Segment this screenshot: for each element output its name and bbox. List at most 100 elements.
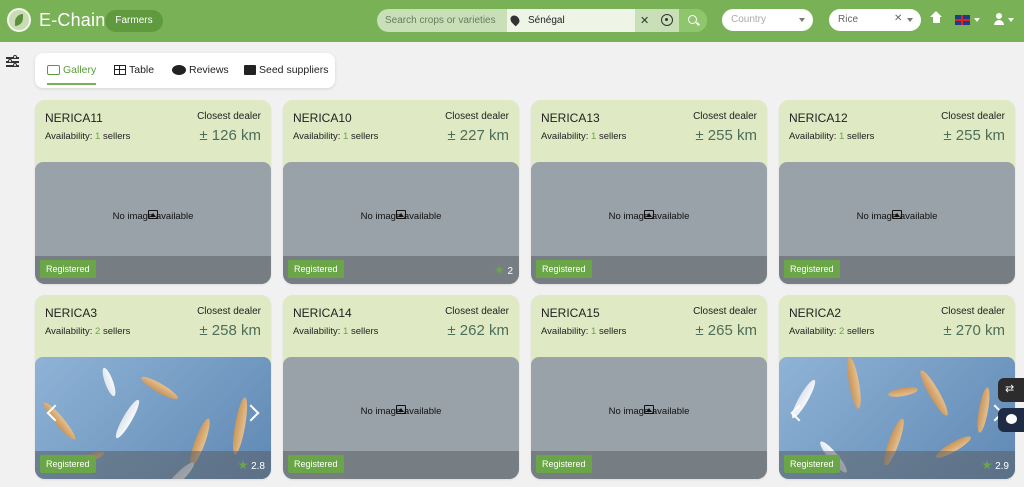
star-icon (494, 265, 505, 275)
variety-card[interactable]: NERICA3 Availability: 2 sellers Closest … (35, 295, 271, 479)
closest-dealer-label: Closest dealer (445, 111, 509, 122)
chevron-down-icon[interactable] (1008, 18, 1014, 22)
no-image-text: No image available (856, 211, 938, 222)
dealer-distance: ± 258 km (199, 322, 261, 339)
variety-media[interactable]: No image available Registered (779, 162, 1015, 284)
availability: Availability: 2 sellers (789, 326, 875, 337)
availability: Availability: 2 sellers (45, 326, 131, 337)
language-flag-icon[interactable] (955, 15, 970, 25)
variety-card[interactable]: NERICA10 Availability: 1 sellers Closest… (283, 100, 519, 284)
variety-media[interactable]: No image available Registered (531, 162, 767, 284)
reviews-icon (172, 65, 186, 75)
home-icon[interactable] (930, 11, 942, 25)
registered-badge: Registered (536, 455, 592, 473)
country-placeholder: Country (731, 14, 767, 25)
crop-value: Rice (838, 14, 859, 25)
no-image-text: No image available (360, 406, 442, 417)
chatbot-button[interactable] (998, 408, 1024, 432)
variety-name: NERICA3 (45, 306, 98, 320)
country-select[interactable]: Country (722, 9, 813, 31)
tab-table[interactable]: Table (114, 64, 154, 82)
no-image-text: No image available (360, 211, 442, 222)
variety-media[interactable]: Registered 2.9 (779, 357, 1015, 479)
registered-badge: Registered (784, 455, 840, 473)
dealer-distance: ± 227 km (447, 127, 509, 144)
view-tabs: Gallery Table Reviews Seed suppliers (35, 53, 335, 88)
dealer-distance: ± 262 km (447, 322, 509, 339)
variety-name: NERICA10 (293, 111, 352, 125)
crop-select[interactable]: Rice ✕ (829, 9, 921, 31)
chevron-down-icon[interactable] (974, 18, 980, 22)
variety-media[interactable]: Registered 2.8 (35, 357, 271, 479)
availability: Availability: 1 sellers (293, 131, 379, 142)
variety-card[interactable]: NERICA12 Availability: 1 sellers Closest… (779, 100, 1015, 284)
variety-name: NERICA13 (541, 111, 600, 125)
chevron-down-icon (799, 18, 805, 22)
closest-dealer-label: Closest dealer (941, 111, 1005, 122)
tab-reviews[interactable]: Reviews (172, 64, 229, 82)
user-icon[interactable] (994, 13, 1004, 25)
variety-media[interactable]: No image available Registered 2 (283, 162, 519, 284)
location-field[interactable]: Sénégal (507, 9, 635, 32)
rating: 2.8 (238, 460, 265, 472)
closest-dealer-label: Closest dealer (693, 306, 757, 317)
variety-card[interactable]: NERICA2 Availability: 2 sellers Closest … (779, 295, 1015, 479)
search-button[interactable] (679, 9, 707, 32)
availability: Availability: 1 sellers (293, 326, 379, 337)
clear-location-icon[interactable]: ✕ (640, 14, 649, 27)
variety-name: NERICA11 (45, 111, 103, 125)
clear-crop-icon[interactable]: ✕ (894, 13, 902, 24)
table-icon (114, 65, 126, 75)
variety-card[interactable]: NERICA11 Availability: 1 sellers Closest… (35, 100, 271, 284)
tab-seed-suppliers[interactable]: Seed suppliers (244, 64, 328, 82)
closest-dealer-label: Closest dealer (941, 306, 1005, 317)
no-image-text: No image available (608, 406, 690, 417)
search-bar: Sénégal ✕ (377, 9, 707, 32)
dealer-distance: ± 265 km (695, 322, 757, 339)
dealer-distance: ± 270 km (943, 322, 1005, 339)
variety-media[interactable]: No image available Registered (283, 357, 519, 479)
variety-name: NERICA2 (789, 306, 842, 320)
registered-badge: Registered (40, 260, 96, 278)
logo-icon[interactable] (7, 8, 31, 32)
star-icon (238, 460, 248, 470)
availability: Availability: 1 sellers (789, 131, 875, 142)
rating: 2.9 (982, 460, 1009, 472)
rating: 2 (494, 265, 513, 277)
variety-name: NERICA12 (789, 111, 848, 125)
registered-badge: Registered (288, 455, 344, 473)
tab-gallery[interactable]: Gallery (47, 64, 97, 85)
availability: Availability: 1 sellers (541, 131, 627, 142)
variety-card[interactable]: NERICA14 Availability: 1 sellers Closest… (283, 295, 519, 479)
role-pill[interactable]: Farmers (105, 10, 163, 32)
top-bar: E-Chain Farmers Sénégal ✕ Country Rice ✕ (0, 0, 1024, 42)
closest-dealer-label: Closest dealer (197, 111, 261, 122)
no-image-text: No image available (112, 211, 194, 222)
location-value: Sénégal (528, 15, 565, 26)
variety-media[interactable]: No image available Registered (35, 162, 271, 284)
store-icon (244, 65, 256, 75)
variety-media[interactable]: No image available Registered (531, 357, 767, 479)
variety-card[interactable]: NERICA13 Availability: 1 sellers Closest… (531, 100, 767, 284)
no-image-text: No image available (608, 211, 690, 222)
locate-me-icon[interactable] (661, 14, 673, 26)
variety-name: NERICA15 (541, 306, 600, 320)
registered-badge: Registered (40, 455, 96, 473)
closest-dealer-label: Closest dealer (445, 306, 509, 317)
registered-badge: Registered (784, 260, 840, 278)
variety-name: NERICA14 (293, 306, 352, 320)
search-input[interactable] (385, 9, 500, 32)
gallery-icon (47, 65, 60, 75)
closest-dealer-label: Closest dealer (693, 111, 757, 122)
dealer-distance: ± 126 km (199, 127, 261, 144)
availability: Availability: 1 sellers (541, 326, 627, 337)
registered-badge: Registered (288, 260, 344, 278)
variety-card[interactable]: NERICA15 Availability: 1 sellers Closest… (531, 295, 767, 479)
closest-dealer-label: Closest dealer (197, 306, 261, 317)
brand-name[interactable]: E-Chain (39, 10, 105, 31)
dealer-distance: ± 255 km (695, 127, 757, 144)
availability: Availability: 1 sellers (45, 131, 131, 142)
filters-icon[interactable] (6, 55, 19, 69)
translate-button[interactable] (998, 378, 1024, 402)
star-icon (982, 460, 992, 470)
